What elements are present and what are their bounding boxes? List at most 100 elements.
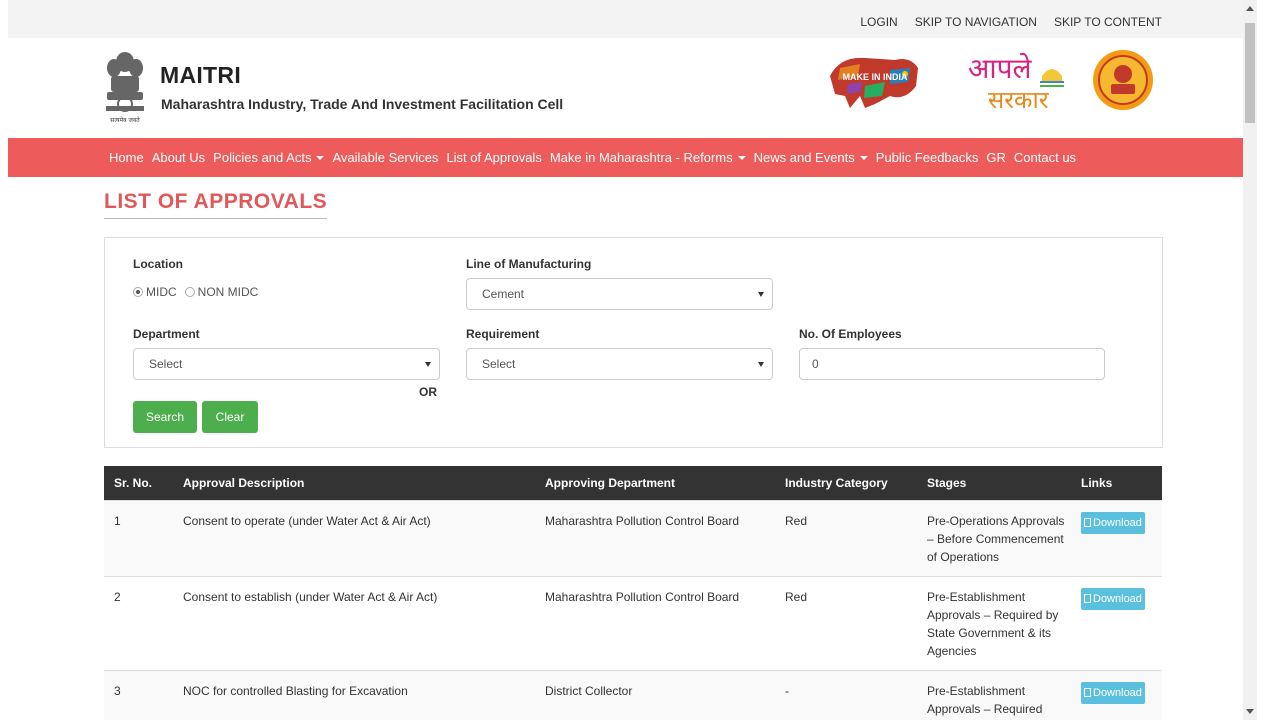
chevron-down-icon (758, 292, 764, 297)
column-header-industry-category: Industry Category (775, 466, 917, 500)
download-label: Download (1093, 686, 1142, 699)
maharashtra-seal-icon (1093, 50, 1153, 110)
column-header-links: Links (1071, 466, 1162, 500)
page: LOGIN SKIP TO NAVIGATION SKIP TO CONTENT… (8, 0, 1257, 720)
nav-item-make-in-maharashtra-reforms[interactable]: Make in Maharashtra - Reforms (546, 150, 750, 165)
site-header: सत्यमेव जयते MAITRI Maharashtra Industry… (8, 38, 1257, 138)
download-button[interactable]: Download (1081, 681, 1145, 704)
file-pdf-icon (1084, 518, 1091, 527)
requirement-value: Select (482, 357, 516, 371)
nav-item-contact-us[interactable]: Contact us (1010, 150, 1080, 165)
stages-cell: Pre-Operations Approvals – Before Commen… (917, 499, 1071, 576)
stages-cell: Pre-Establishment Approvals – Required (917, 669, 1071, 720)
caret-down-icon (859, 155, 868, 160)
non-midc-radio[interactable] (184, 287, 195, 297)
links-cell: Download (1071, 499, 1162, 576)
column-header-approval-description: Approval Description (173, 466, 535, 500)
make-in-india-logo: MAKE IN INDIA (830, 57, 918, 108)
chevron-down-icon (758, 362, 764, 367)
industry-category-cell: - (775, 669, 917, 720)
page-title: LIST OF APPROVALS (104, 190, 328, 219)
nav-item-home[interactable]: Home (105, 150, 148, 165)
download-label: Download (1093, 516, 1142, 529)
line-of-manufacturing-select[interactable]: Cement (466, 278, 773, 310)
nav-item-label: Make in Maharashtra - Reforms (549, 150, 733, 165)
site-subtitle: Maharashtra Industry, Trade And Investme… (161, 96, 564, 112)
links-cell: Download (1071, 669, 1162, 720)
department-select[interactable]: Select (133, 348, 440, 380)
line-of-manufacturing-value: Cement (482, 287, 525, 301)
chevron-down-icon (425, 362, 431, 367)
aaple-text: आपले (968, 52, 1033, 85)
approvals-table: Sr. No. Approval Description Approving D… (104, 466, 1162, 720)
midc-radio-label: MIDC (146, 285, 177, 299)
location-radio-group: MIDC NON MIDC (133, 285, 266, 299)
skip-to-navigation-link[interactable]: SKIP TO NAVIGATION (915, 15, 1037, 29)
skip-to-content-link[interactable]: SKIP TO CONTENT (1054, 15, 1162, 29)
non-midc-radio-label: NON MIDC (197, 285, 259, 299)
nav-item-label: List of Approvals (446, 150, 542, 165)
site-title[interactable]: MAITRI (160, 62, 241, 89)
employees-label: No. Of Employees (799, 327, 902, 341)
midc-radio[interactable] (133, 287, 143, 297)
table-header-row: Sr. No. Approval Description Approving D… (104, 466, 1162, 500)
scrollbar[interactable] (1243, 0, 1257, 720)
approving-department-cell: Maharashtra Pollution Control Board (535, 575, 775, 670)
nav-item-available-services[interactable]: Available Services (328, 150, 442, 165)
nav-item-about-us[interactable]: About Us (148, 150, 209, 165)
table-row: 2 Consent to establish (under Water Act &… (104, 575, 1162, 670)
nav-item-news-and-events[interactable]: News and Events (750, 150, 872, 165)
requirement-select[interactable]: Select (466, 348, 773, 380)
approval-description-cell: Consent to operate (under Water Act & Ai… (173, 499, 535, 576)
national-emblem-icon: सत्यमेव जयते (106, 52, 144, 124)
table-body: 1 Consent to operate (under Water Act & A… (104, 499, 1162, 720)
nav-item-label: GR (986, 150, 1006, 165)
caret-down-icon (316, 155, 325, 160)
approving-department-cell: Maharashtra Pollution Control Board (535, 499, 775, 576)
or-label: OR (419, 385, 437, 399)
sr-no-cell: 1 (104, 499, 173, 576)
top-utility-bar: LOGIN SKIP TO NAVIGATION SKIP TO CONTENT (8, 0, 1257, 38)
approving-department-cell: District Collector (535, 669, 775, 720)
department-value: Select (149, 357, 183, 371)
table-row: 3 NOC for controlled Blasting for Excavat… (104, 669, 1162, 720)
caret-down-icon (737, 155, 746, 160)
search-button[interactable]: Search (133, 401, 197, 433)
main-navigation: Home About Us Policies and Acts Available S… (8, 138, 1257, 177)
column-header-stages: Stages (917, 466, 1071, 500)
stages-cell: Pre-Establishment Approvals – Required b… (917, 575, 1071, 670)
scrollbar-thumb[interactable] (1245, 23, 1255, 123)
nav-item-policies-and-acts[interactable]: Policies and Acts (209, 150, 328, 165)
login-link[interactable]: LOGIN (860, 15, 897, 29)
make-in-india-text: MAKE IN INDIA (843, 72, 909, 82)
download-label: Download (1093, 592, 1142, 605)
nav-item-label: Contact us (1013, 150, 1077, 165)
nav-item-label: News and Events (753, 150, 855, 165)
scroll-up-arrow-icon[interactable] (1246, 6, 1254, 11)
column-header-approving-department: Approving Department (535, 466, 775, 500)
download-button[interactable]: Download (1081, 587, 1145, 610)
sarkar-text: सरकार (988, 86, 1050, 114)
nav-item-list-of-approvals[interactable]: List of Approvals (442, 150, 545, 165)
location-label: Location (133, 257, 183, 271)
links-cell: Download (1071, 575, 1162, 670)
nav-item-label: Policies and Acts (213, 150, 312, 165)
approval-description-cell: Consent to establish (under Water Act & … (173, 575, 535, 670)
sr-no-cell: 2 (104, 575, 173, 670)
scroll-down-arrow-icon[interactable] (1246, 709, 1254, 714)
download-button[interactable]: Download (1081, 511, 1145, 534)
nav-items: Home About Us Policies and Acts Available S… (105, 138, 1080, 177)
employees-input[interactable] (799, 348, 1105, 380)
partner-logos: MAKE IN INDIA आपले सरकार (830, 50, 1153, 114)
industry-category-cell: Red (775, 575, 917, 670)
top-links: LOGIN SKIP TO NAVIGATION SKIP TO CONTENT (860, 15, 1162, 29)
nav-item-label: Available Services (332, 150, 439, 165)
requirement-label: Requirement (466, 327, 540, 341)
nav-item-gr[interactable]: GR (982, 150, 1010, 165)
department-label: Department (133, 327, 200, 341)
nav-item-public-feedbacks[interactable]: Public Feedbacks (872, 150, 983, 165)
table-row: 1 Consent to operate (under Water Act & A… (104, 499, 1162, 576)
file-pdf-icon (1084, 688, 1091, 697)
nav-item-label: Public Feedbacks (875, 150, 979, 165)
clear-button[interactable]: Clear (202, 401, 258, 433)
